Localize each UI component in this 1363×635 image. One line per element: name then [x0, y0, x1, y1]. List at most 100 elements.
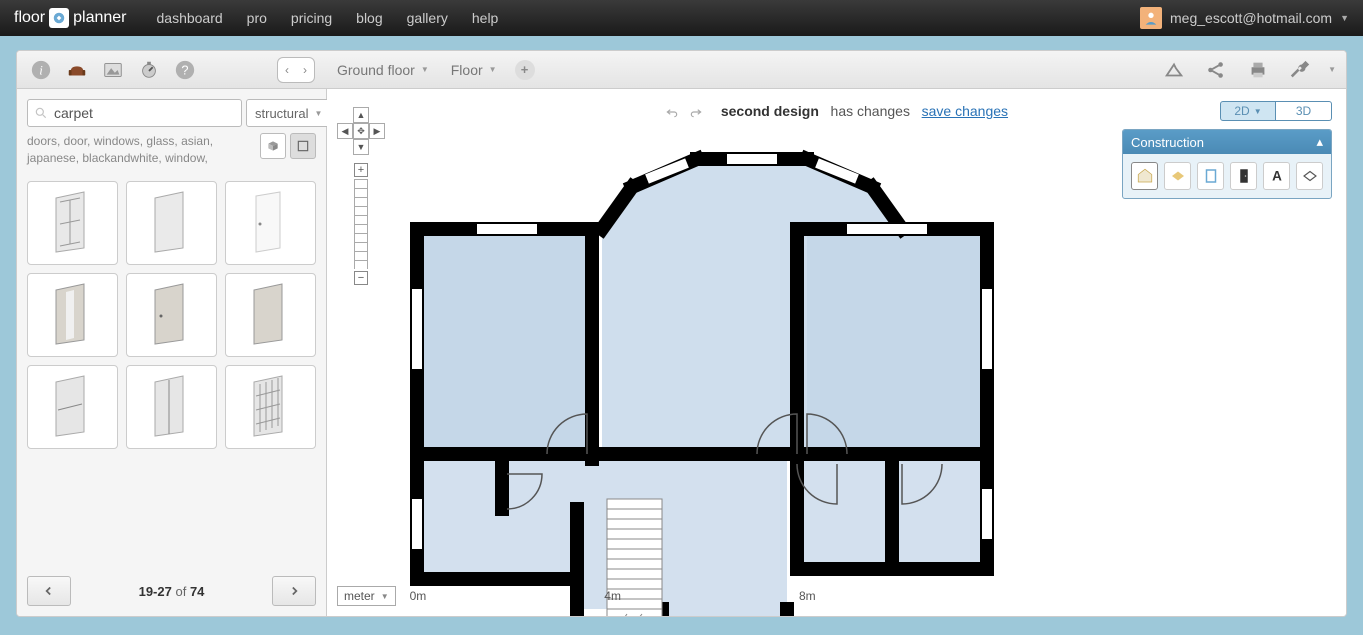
toolbar: i ? ‹ › Ground floor ▼ Floor ▼ + ▼	[17, 51, 1346, 89]
canvas[interactable]: second design has changes save changes 2…	[327, 89, 1346, 616]
pan-left-button[interactable]: ◀	[337, 123, 353, 139]
page-of: of	[175, 584, 186, 599]
main-nav: dashboard pro pricing blog gallery help	[157, 10, 499, 26]
armchair-icon[interactable]	[63, 56, 91, 84]
picture-icon[interactable]	[99, 56, 127, 84]
construction-title: Construction	[1131, 135, 1204, 150]
category-label: structural	[255, 106, 308, 121]
floor-primary-label: Ground floor	[337, 62, 415, 78]
svg-text:i: i	[39, 63, 43, 77]
chevron-down-icon: ▼	[381, 592, 389, 601]
pan-right-button[interactable]: ▶	[369, 123, 385, 139]
history-forward-button[interactable]: ›	[296, 58, 314, 82]
logo[interactable]: floor planner	[14, 8, 127, 28]
search-box[interactable]	[27, 99, 242, 127]
zoom-out-button[interactable]: −	[354, 271, 368, 285]
page-total: 74	[190, 584, 204, 599]
floor-secondary-label: Floor	[451, 62, 483, 78]
ruler-labels: 0m 4m 8m	[410, 589, 816, 603]
timer-icon[interactable]	[135, 56, 163, 84]
construction-header[interactable]: Construction ▴	[1123, 130, 1331, 154]
list-item[interactable]	[225, 365, 316, 449]
nav-gallery[interactable]: gallery	[407, 10, 448, 26]
grid-3d-view-button[interactable]	[260, 133, 286, 159]
ruler: meter ▼ 0m 4m 8m	[337, 586, 816, 606]
pan-center-button[interactable]: ✥	[353, 123, 369, 139]
ruler-8m: 8m	[799, 589, 816, 603]
history-nav: ‹ ›	[277, 57, 315, 83]
nav-blog[interactable]: blog	[356, 10, 382, 26]
avatar	[1140, 7, 1162, 29]
export-icon[interactable]	[1160, 56, 1188, 84]
nav-dashboard[interactable]: dashboard	[157, 10, 223, 26]
chevron-down-icon: ▼	[1328, 65, 1336, 74]
text-tool-button[interactable]: A	[1263, 162, 1290, 190]
history-back-button[interactable]: ‹	[278, 58, 296, 82]
room-tool-button[interactable]	[1131, 162, 1158, 190]
chevron-down-icon: ▼	[421, 65, 429, 74]
grid-list-view-button[interactable]	[290, 133, 316, 159]
list-item[interactable]	[225, 181, 316, 265]
print-icon[interactable]	[1244, 56, 1272, 84]
chevron-down-icon: ▼	[489, 65, 497, 74]
surface-tool-button[interactable]	[1296, 162, 1323, 190]
list-item[interactable]	[126, 181, 217, 265]
floor-selector-secondary[interactable]: Floor ▼	[451, 62, 497, 78]
redo-icon[interactable]	[689, 105, 703, 119]
list-item[interactable]	[27, 181, 118, 265]
list-item[interactable]	[126, 273, 217, 357]
zoom-slider[interactable]	[354, 179, 368, 269]
svg-text:?: ?	[181, 62, 188, 77]
prev-page-button[interactable]	[27, 576, 71, 606]
pager: 19-27 of 74	[27, 566, 316, 606]
nav-pro[interactable]: pro	[247, 10, 267, 26]
collapse-icon: ▴	[1316, 134, 1323, 150]
pan-down-button[interactable]: ▼	[353, 139, 369, 155]
logo-text-planner: planner	[73, 9, 126, 27]
nav-help[interactable]: help	[472, 10, 498, 26]
share-icon[interactable]	[1202, 56, 1230, 84]
door-tool-button[interactable]	[1230, 162, 1257, 190]
view-2d-button[interactable]: 2D ▼	[1220, 101, 1276, 121]
wall-tool-button[interactable]	[1197, 162, 1224, 190]
wrench-icon[interactable]	[1286, 56, 1314, 84]
unit-label: meter	[344, 589, 375, 603]
item-grid	[27, 181, 316, 566]
unit-selector[interactable]: meter ▼	[337, 586, 396, 606]
zoom-in-button[interactable]: +	[354, 163, 368, 177]
sidebar: structural ▼ doors, door, windows, glass…	[17, 89, 327, 616]
construction-panel: Construction ▴ A	[1122, 129, 1332, 199]
floorplan[interactable]	[397, 139, 1027, 617]
user-email: meg_escott@hotmail.com	[1170, 10, 1332, 26]
tag-list[interactable]: doors, door, windows, glass, asian, japa…	[27, 133, 254, 167]
nav-cluster: ▲ ▼ ◀ ▶ ✥ + −	[337, 107, 385, 285]
next-page-button[interactable]	[272, 576, 316, 606]
pan-up-button[interactable]: ▲	[353, 107, 369, 123]
list-item[interactable]	[126, 365, 217, 449]
search-input[interactable]	[54, 105, 235, 121]
floor-tool-button[interactable]	[1164, 162, 1191, 190]
view-3d-button[interactable]: 3D	[1276, 101, 1332, 121]
category-selector[interactable]: structural ▼	[246, 99, 331, 127]
search-icon	[34, 106, 48, 120]
list-item[interactable]	[27, 273, 118, 357]
help-icon[interactable]: ?	[171, 56, 199, 84]
chevron-down-icon: ▼	[314, 109, 322, 118]
nav-pricing[interactable]: pricing	[291, 10, 332, 26]
zoom-control: + −	[354, 163, 368, 285]
chevron-down-icon: ▼	[1340, 13, 1349, 23]
undo-icon[interactable]	[665, 105, 679, 119]
info-icon[interactable]: i	[27, 56, 55, 84]
list-item[interactable]	[225, 273, 316, 357]
list-item[interactable]	[27, 365, 118, 449]
page-info: 19-27 of 74	[139, 584, 205, 599]
floor-selector-primary[interactable]: Ground floor ▼	[337, 62, 429, 78]
save-changes-link[interactable]: save changes	[922, 103, 1008, 119]
pan-pad: ▲ ▼ ◀ ▶ ✥	[337, 107, 385, 155]
app-stage: i ? ‹ › Ground floor ▼ Floor ▼ + ▼	[16, 50, 1347, 617]
add-floor-button[interactable]: +	[515, 60, 535, 80]
topbar: floor planner dashboard pro pricing blog…	[0, 0, 1363, 36]
logo-icon	[49, 8, 69, 28]
user-menu[interactable]: meg_escott@hotmail.com ▼	[1140, 7, 1349, 29]
changes-text: has changes	[831, 103, 910, 119]
